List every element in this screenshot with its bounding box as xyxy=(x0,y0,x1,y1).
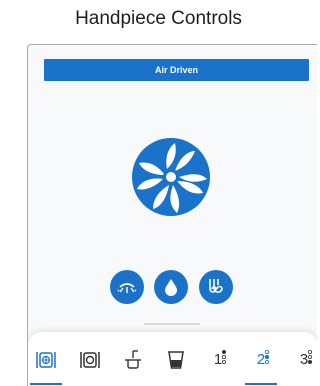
dots-icon xyxy=(222,350,227,364)
tab-handpiece-1[interactable]: 1 xyxy=(200,332,236,386)
handpiece-tab-bar: 1 2 3 xyxy=(28,332,317,386)
light-icon xyxy=(117,283,137,293)
mode-banner[interactable]: Air Driven xyxy=(44,59,309,81)
air-fan-icon xyxy=(132,138,210,216)
water-button[interactable] xyxy=(154,270,188,304)
light-button[interactable] xyxy=(110,270,144,304)
page-title: Handpiece Controls xyxy=(75,8,242,29)
electric-tab-icon xyxy=(80,351,100,368)
air-driven-tab-icon xyxy=(36,351,56,368)
dots-icon xyxy=(308,349,313,364)
water-drop-icon xyxy=(165,279,177,296)
tab-cup[interactable] xyxy=(158,332,194,386)
device-screen: Air Driven 1 2 3 xyxy=(27,44,317,386)
tab-handpiece-3[interactable]: 3 xyxy=(286,332,317,386)
tab-air-driven[interactable] xyxy=(28,332,64,386)
tab-electric[interactable] xyxy=(72,332,108,386)
tab-handpiece-2[interactable]: 2 xyxy=(243,332,279,386)
air-swirl-icon xyxy=(209,279,223,293)
dots-icon xyxy=(265,349,270,364)
drag-handle[interactable] xyxy=(144,323,200,325)
tab-cup-fill[interactable] xyxy=(115,332,151,386)
cup-fill-tab-icon xyxy=(125,349,141,369)
cup-tab-icon xyxy=(168,350,184,369)
air-button[interactable] xyxy=(199,270,233,304)
